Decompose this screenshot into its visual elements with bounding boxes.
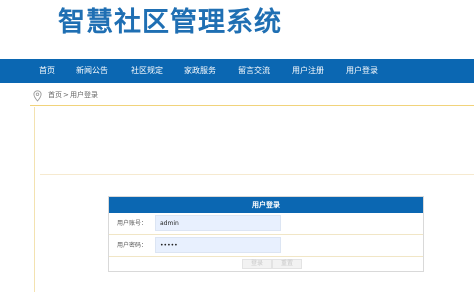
reset-button[interactable]: 重置 (272, 259, 302, 269)
breadcrumb-separator: > (63, 91, 69, 99)
password-label: 用户密码： (117, 242, 148, 249)
content-divider (40, 174, 474, 175)
breadcrumb-current: 用户登录 (70, 91, 98, 99)
nav-home[interactable]: 首页 (39, 59, 55, 83)
username-label: 用户账号： (117, 220, 148, 227)
login-button[interactable]: 登录 (242, 259, 272, 269)
location-pin-icon (33, 90, 42, 102)
breadcrumb-home[interactable]: 首页 (48, 90, 62, 100)
login-panel: 用户登录 用户账号： 用户密码： 登录 重置 (108, 196, 424, 272)
nav-login[interactable]: 用户登录 (346, 59, 378, 83)
password-input[interactable] (155, 237, 281, 253)
username-row: 用户账号： (109, 213, 423, 235)
nav-news[interactable]: 新闻公告 (76, 59, 108, 83)
nav-community-rules[interactable]: 社区规定 (131, 59, 163, 83)
username-input[interactable] (155, 215, 281, 231)
main-navigation: 首页 新闻公告 社区规定 家政服务 留言交流 用户注册 用户登录 (0, 59, 474, 83)
login-actions: 登录 重置 (109, 257, 423, 271)
login-panel-title: 用户登录 (109, 197, 423, 213)
breadcrumb: 首页 > 用户登录 (30, 86, 474, 106)
nav-housekeeping[interactable]: 家政服务 (184, 59, 216, 83)
nav-register[interactable]: 用户注册 (292, 59, 324, 83)
password-row: 用户密码： (109, 235, 423, 257)
nav-messages[interactable]: 留言交流 (238, 59, 270, 83)
site-title: 智慧社区管理系统 (58, 7, 282, 38)
